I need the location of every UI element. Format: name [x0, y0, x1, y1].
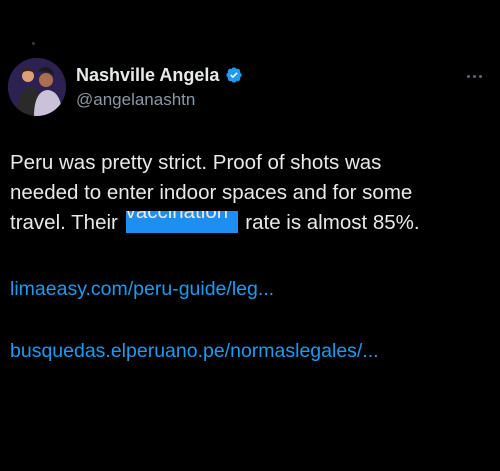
redaction-box: vaccination: [125, 211, 238, 233]
redacted-word: vaccination: [125, 211, 229, 223]
link-limaeasy[interactable]: limaeasy.com/peru-guide/leg...: [10, 278, 274, 301]
tweet-text-line-1: Peru was pretty strict. Proof of shots w…: [10, 151, 382, 174]
avatar[interactable]: [8, 58, 66, 116]
name-row: Nashville Angela: [76, 64, 243, 86]
screen: Nashville Angela @angelanashtn Peru was …: [0, 0, 500, 471]
display-name[interactable]: Nashville Angela: [76, 65, 219, 86]
tweet: Nashville Angela @angelanashtn Peru was …: [0, 0, 500, 471]
more-horizontal-icon[interactable]: [462, 68, 486, 84]
tweet-header: Nashville Angela @angelanashtn: [76, 64, 243, 110]
avatar-photo: [8, 58, 66, 116]
decorative-dot: [32, 42, 35, 45]
tweet-text-line-3: travel. Their vaccination rate is almost…: [10, 208, 486, 238]
tweet-text-line-2: needed to enter indoor spaces and for so…: [10, 181, 413, 204]
verified-badge-icon: [225, 66, 243, 84]
tweet-text-line-3-end: rate is almost 85%.: [245, 211, 420, 234]
user-handle[interactable]: @angelanashtn: [76, 90, 243, 110]
tweet-text: Peru was pretty strict. Proof of shots w…: [10, 148, 486, 238]
link-elperuano[interactable]: busquedas.elperuano.pe/normaslegales/...: [10, 340, 379, 363]
tweet-text-line-3-start: travel. Their: [10, 211, 118, 234]
